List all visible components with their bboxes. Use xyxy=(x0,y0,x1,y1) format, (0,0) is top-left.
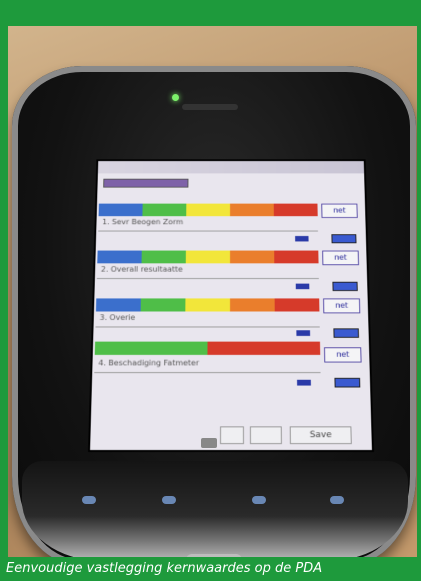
keyboard-icon[interactable] xyxy=(332,281,358,292)
back-button-icon[interactable] xyxy=(252,496,266,504)
keyboard-icon[interactable] xyxy=(334,377,361,388)
row-label-1: 1. Sevr Beogen Zorm xyxy=(102,217,184,227)
row-label-3: 3. Overie xyxy=(99,313,136,322)
rating-segment[interactable] xyxy=(95,298,141,312)
row-label-4: 4. Beschadiging Fatmeter xyxy=(98,358,200,368)
keyboard-icon[interactable] xyxy=(331,234,357,244)
rating-segment[interactable] xyxy=(185,250,231,264)
end-call-button-icon[interactable] xyxy=(330,496,344,504)
rating-segment[interactable] xyxy=(274,298,320,312)
rating-segment[interactable] xyxy=(140,298,186,312)
arrow-icon[interactable] xyxy=(295,283,310,290)
divider xyxy=(95,326,320,328)
net-button-4[interactable]: net xyxy=(324,347,362,363)
pda-screen: net 1. Sevr Beogen Zorm net 2. Overall r… xyxy=(88,159,374,452)
status-led-icon xyxy=(172,94,179,101)
ok-button[interactable] xyxy=(249,426,282,445)
rating-segment[interactable] xyxy=(98,203,143,217)
rating-row-2 xyxy=(97,250,319,264)
rating-segment[interactable] xyxy=(94,341,208,355)
photo-caption: Eenvoudige vastlegging kernwaardes op de… xyxy=(0,557,421,581)
net-button-3[interactable]: net xyxy=(323,298,361,314)
arrow-icon[interactable] xyxy=(296,330,311,336)
rating-segment[interactable] xyxy=(142,203,187,217)
rating-segment[interactable] xyxy=(97,250,142,264)
rating-segment[interactable] xyxy=(273,203,318,217)
rating-segment[interactable] xyxy=(230,203,274,217)
save-button[interactable]: Save xyxy=(289,426,352,445)
divider xyxy=(94,372,321,374)
net-button-2[interactable]: net xyxy=(322,250,360,266)
rating-segment[interactable] xyxy=(141,250,186,264)
row-label-2: 2. Overall resultaatte xyxy=(100,265,183,274)
selected-item-bar xyxy=(103,178,189,188)
arrow-icon[interactable] xyxy=(295,236,309,242)
keyboard-icon[interactable] xyxy=(333,328,359,338)
rating-row-3 xyxy=(95,298,320,312)
divider xyxy=(96,278,319,279)
divider xyxy=(98,230,318,232)
rating-segment[interactable] xyxy=(230,250,275,264)
photo: net 1. Sevr Beogen Zorm net 2. Overall r… xyxy=(8,26,417,557)
earpiece-icon xyxy=(182,104,238,110)
windows-key-icon[interactable] xyxy=(201,438,217,448)
back-button[interactable] xyxy=(220,426,244,445)
screen-title-bar xyxy=(97,161,365,174)
rating-row-4 xyxy=(94,341,321,355)
home-button-icon[interactable] xyxy=(162,496,176,504)
net-button-1[interactable]: net xyxy=(321,203,358,218)
rating-segment[interactable] xyxy=(274,250,319,264)
phone-chin xyxy=(22,461,408,557)
arrow-icon[interactable] xyxy=(297,379,311,386)
rating-segment[interactable] xyxy=(186,203,231,217)
rating-segment[interactable] xyxy=(185,298,231,312)
rating-segment[interactable] xyxy=(207,341,321,355)
rating-row-1 xyxy=(98,203,318,217)
rating-segment[interactable] xyxy=(230,298,275,312)
call-button-icon[interactable] xyxy=(82,496,96,504)
pda-device: net 1. Sevr Beogen Zorm net 2. Overall r… xyxy=(12,66,416,557)
